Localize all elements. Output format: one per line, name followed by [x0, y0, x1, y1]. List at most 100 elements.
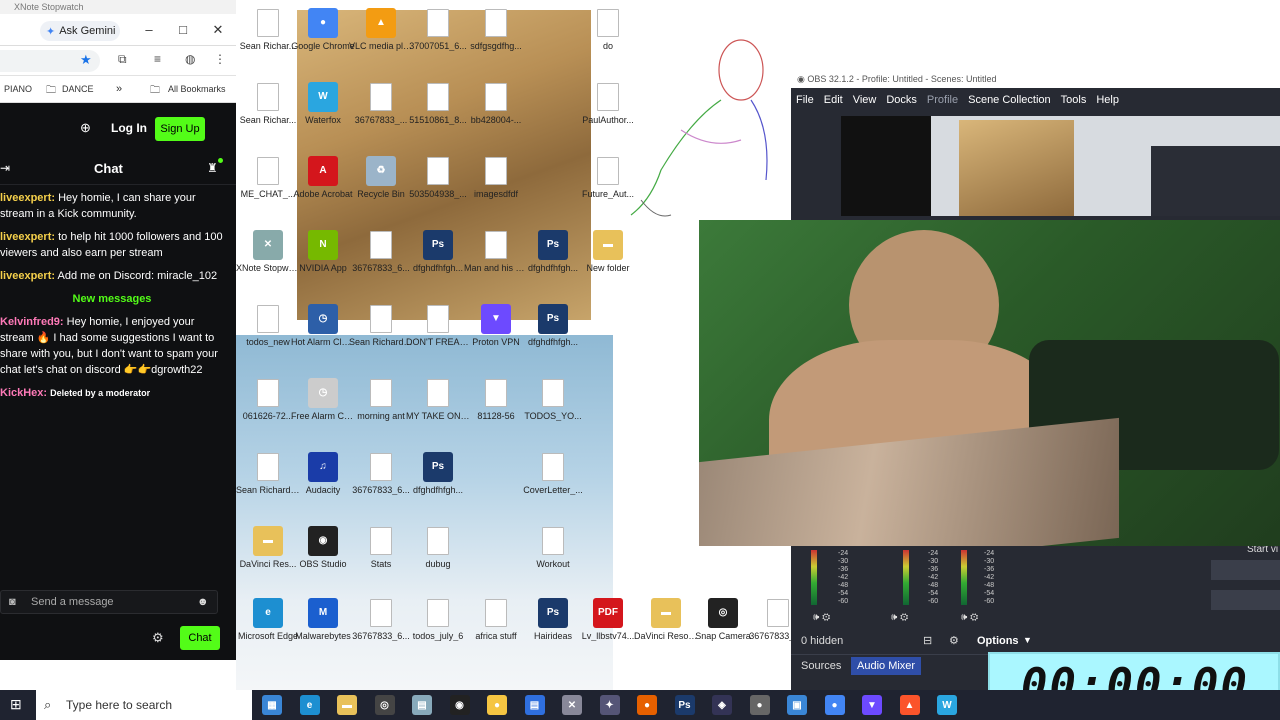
desktop-icon[interactable]: 503504938_... — [406, 156, 470, 199]
obs-icon[interactable]: ◉ — [449, 695, 470, 715]
desktop-icon[interactable]: Future_Aut... — [576, 156, 640, 199]
desktop-icon[interactable]: africa stuff — [464, 598, 528, 641]
desktop-icon[interactable]: M Malwarebytes — [291, 598, 355, 641]
media-icon[interactable]: ≡ — [154, 52, 161, 66]
task-view-icon[interactable]: ▦ — [262, 695, 282, 715]
desktop-icon[interactable]: ◉ OBS Studio — [291, 526, 355, 569]
desktop-icon[interactable]: ▼ Proton VPN — [464, 304, 528, 347]
volume-icon[interactable]: 🕪 ⚙ — [813, 612, 830, 623]
desktop-icon[interactable]: ◷ Hot Alarm Clock — [291, 304, 355, 347]
windows-start-icon[interactable]: ⊞ — [10, 696, 22, 713]
xnote-icon[interactable]: ✕ — [562, 695, 582, 715]
send-message-input[interactable]: ◙ Send a message ☻ — [0, 590, 218, 614]
tab-sources[interactable]: Sources — [801, 660, 841, 672]
signup-button[interactable]: Sign Up — [155, 117, 205, 141]
desktop-icon[interactable]: dubug — [406, 526, 470, 569]
chat-username[interactable]: liveexpert: — [0, 192, 55, 204]
globe-icon[interactable]: ⊕ — [80, 120, 91, 136]
desktop-icon[interactable]: Ps dfghdfhfgh... — [406, 452, 470, 495]
desktop-icon[interactable]: imagesdfdf — [464, 156, 528, 199]
chat-users-icon[interactable]: ♜ — [207, 161, 218, 175]
chat-send-button[interactable]: Chat — [180, 626, 220, 650]
obs-menu-tools[interactable]: Tools — [1061, 94, 1087, 106]
docs-icon[interactable]: ▤ — [524, 695, 545, 715]
bookmark-star-icon[interactable]: ★ — [80, 52, 92, 68]
obs-preview[interactable] — [841, 116, 1280, 216]
desktop-icon[interactable]: ♻ Recycle Bin — [349, 156, 413, 199]
desktop-icon[interactable]: 81128-56 — [464, 378, 528, 421]
obs-menu-edit[interactable]: Edit — [824, 94, 843, 106]
desktop-icon[interactable]: do — [576, 8, 640, 51]
chat-username[interactable]: liveexpert: — [0, 231, 55, 243]
lightbulb-icon[interactable]: ● — [487, 695, 507, 715]
extensions-icon[interactable]: ⧉ — [118, 52, 127, 67]
desktop-icon[interactable]: morning ant — [349, 378, 413, 421]
login-link[interactable]: Log In — [111, 121, 147, 135]
photoshop-icon[interactable]: Ps — [674, 695, 695, 715]
davinci-icon[interactable]: ◈ — [712, 695, 732, 715]
desktop-icon[interactable]: Ps dfghdfhfgh... — [406, 230, 470, 273]
taskbar-search[interactable]: ⌕ Type here to search — [36, 690, 252, 720]
desktop-icon[interactable]: 51510861_8... — [406, 82, 470, 125]
desktop-icon[interactable]: 36767833_6... — [349, 230, 413, 273]
desktop-icon[interactable]: ▬ DaVinci Resolve 10... — [634, 598, 698, 641]
notepad-icon[interactable]: ▤ — [412, 695, 432, 715]
obs-menu-view[interactable]: View — [853, 94, 877, 106]
volume-icon[interactable]: 🕪 ⚙ — [961, 612, 978, 623]
desktop-icon[interactable]: A Adobe Acrobat — [291, 156, 355, 199]
desktop-icon[interactable]: Ps dfghdfhfgh... — [521, 304, 585, 347]
desktop-icon[interactable]: ◷ Free Alarm Clock — [291, 378, 355, 421]
desktop-icon[interactable]: 36767833_6... — [349, 598, 413, 641]
desktop-icon[interactable]: 37007051_6... — [406, 8, 470, 51]
control-button[interactable] — [1211, 590, 1280, 610]
waterfox-icon[interactable]: W — [937, 695, 957, 715]
minimize-button[interactable]: – — [138, 19, 160, 41]
firefox-icon[interactable]: ● — [637, 695, 657, 715]
bookmark-dance[interactable]: DANCE — [62, 84, 94, 94]
file-explorer-icon[interactable]: ▬ — [337, 695, 357, 715]
chevron-down-icon[interactable]: ▼ — [1023, 635, 1032, 645]
emote-icon[interactable]: ◙ — [9, 591, 16, 613]
desktop-icon[interactable]: ▬ New folder — [576, 230, 640, 273]
network-icon[interactable]: ✦ — [599, 695, 620, 715]
collapse-chat-icon[interactable]: ⇥ — [0, 161, 10, 175]
gpu-icon[interactable]: ◎ — [374, 695, 395, 715]
desktop-icon[interactable]: sdfgsgdfhg... — [464, 8, 528, 51]
window-icon[interactable]: ▣ — [787, 695, 807, 715]
desktop-icon[interactable]: ● Google Chrome — [291, 8, 355, 51]
chat-username[interactable]: liveexpert: — [0, 270, 55, 282]
edge-icon[interactable]: e — [299, 695, 320, 715]
desktop-icon[interactable]: PaulAuthor... — [576, 82, 640, 125]
obs-menu-profile[interactable]: Profile — [927, 94, 958, 106]
chat-username[interactable]: Kelvinfred9: — [0, 316, 64, 328]
proton-icon[interactable]: ▼ — [862, 695, 882, 715]
desktop-icon[interactable]: N NVIDIA App — [291, 230, 355, 273]
maximize-button[interactable]: □ — [172, 19, 194, 41]
desktop-icon[interactable]: Stats — [349, 526, 413, 569]
obs-menu-docks[interactable]: Docks — [886, 94, 917, 106]
tab-audio-mixer[interactable]: Audio Mixer — [851, 657, 922, 675]
new-messages-divider[interactable]: New messages — [0, 291, 224, 307]
emoji-icon[interactable]: ☻ — [197, 591, 209, 613]
bookmark-piano[interactable]: PIANO — [4, 84, 32, 94]
desktop-icon[interactable]: MY TAKE ON MALE FEMA... — [406, 378, 470, 421]
obs-menu-help[interactable]: Help — [1096, 94, 1119, 106]
desktop-icon[interactable]: CoverLetter_... — [521, 452, 585, 495]
desktop-icon[interactable]: TODOS_YO... — [521, 378, 585, 421]
settings-gear-icon[interactable]: ⚙ — [152, 630, 164, 646]
desktop-icon[interactable]: 36767833_6... — [349, 452, 413, 495]
desktop-icon[interactable]: DON'T FREAK OUT (mak... — [406, 304, 470, 347]
options-dropdown[interactable]: Options — [977, 635, 1019, 647]
desktop-icon[interactable]: ♫ Audacity — [291, 452, 355, 495]
desktop-icon[interactable]: bb428004-... — [464, 82, 528, 125]
chrome-icon[interactable]: ● — [824, 695, 845, 715]
desktop-icon[interactable]: 36767833_... — [349, 82, 413, 125]
obs-menu-scene-collection[interactable]: Scene Collection — [968, 94, 1051, 106]
snap-icon[interactable]: ● — [749, 695, 770, 715]
control-button[interactable] — [1211, 560, 1280, 580]
desktop-icon[interactable]: todos_july_6 — [406, 598, 470, 641]
desktop-icon[interactable]: Workout — [521, 526, 585, 569]
desktop-icon[interactable]: Sean Richards - Resume — [349, 304, 413, 347]
profile-icon[interactable]: ◍ — [185, 52, 195, 66]
brave-icon[interactable]: ▲ — [899, 695, 920, 715]
